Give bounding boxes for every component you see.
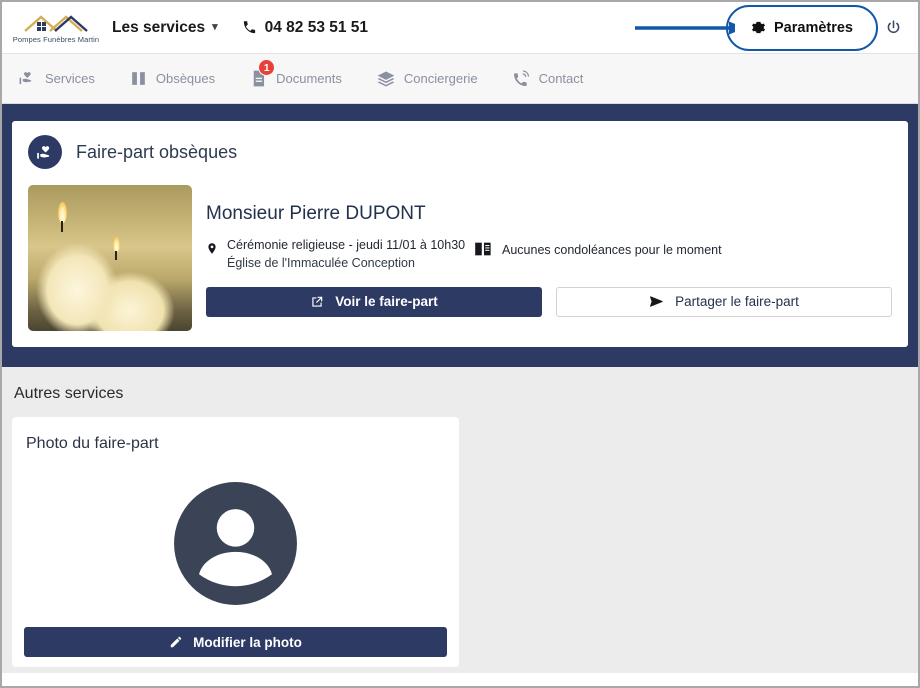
document-icon: 1 [249, 59, 276, 88]
card-actions: Voir le faire-part Partager le faire-par… [206, 286, 892, 317]
ceremony-line2: Église de l'Immaculée Conception [227, 255, 415, 270]
documents-badge: 1 [258, 59, 276, 76]
candle-wick [61, 221, 63, 232]
modify-photo-label: Modifier la photo [193, 634, 302, 650]
chevron-down-icon: ▾ [212, 21, 218, 33]
logo-text: Pompes Funèbres Martin [12, 34, 100, 44]
pencil-icon [170, 636, 182, 648]
phone-number: 04 82 53 51 51 [264, 18, 369, 36]
brand-logo[interactable]: Pompes Funèbres Martin [8, 12, 104, 44]
hand-heart-icon [18, 69, 37, 88]
deceased-name: Monsieur Pierre DUPONT [206, 203, 426, 224]
other-services-title: Autres services [14, 385, 124, 402]
house-roofs-logo-icon [24, 14, 88, 32]
main-nav: Services Obsèques 1 Documents Concierger… [2, 53, 918, 104]
photo-faire-part-card: Photo du faire-part Modifier la photo [12, 417, 459, 667]
condolences-text: Aucunes condoléances pour le moment [502, 243, 722, 257]
meta-row: Cérémonie religieuse - jeudi 11/01 à 10h… [206, 237, 892, 273]
phone-icon [243, 21, 255, 34]
main-card-region: Faire-part obsèques Monsieur Pierre DUPO… [2, 121, 918, 347]
nav-item-conciergerie[interactable]: Conciergerie [374, 65, 480, 93]
arrow-right-annotation [635, 21, 745, 35]
card-title: Faire-part obsèques [76, 141, 238, 162]
gear-icon [752, 21, 765, 34]
settings-button[interactable]: Paramètres [735, 13, 869, 42]
share-faire-part-label: Partager le faire-part [675, 294, 799, 309]
candle-flame [58, 202, 67, 223]
view-faire-part-label: Voir le faire-part [335, 294, 438, 309]
hand-heart-circle-icon [28, 135, 62, 169]
services-menu-label: Les services [112, 18, 206, 36]
nav-label-conciergerie: Conciergerie [403, 71, 478, 86]
card-header: Faire-part obsèques [28, 135, 892, 169]
ceremony-line1: Cérémonie religieuse - jeudi 11/01 à 10h… [227, 238, 466, 252]
top-header: Pompes Funèbres Martin Les services ▾ 04… [2, 2, 918, 53]
view-faire-part-button[interactable]: Voir le faire-part [206, 286, 542, 317]
power-icon [887, 20, 900, 34]
send-icon [650, 296, 663, 307]
nav-item-services[interactable]: Services [16, 65, 97, 92]
person-avatar-placeholder-icon [174, 481, 297, 605]
deceased-details: Monsieur Pierre DUPONT Cérémonie religie… [206, 185, 892, 317]
modify-photo-button[interactable]: Modifier la photo [24, 627, 447, 657]
settings-label: Paramètres [774, 19, 853, 36]
faire-part-card: Faire-part obsèques Monsieur Pierre DUPO… [12, 121, 908, 347]
settings-button-wrapper: Paramètres [726, 4, 878, 51]
nav-item-contact[interactable]: Contact [510, 65, 586, 92]
open-book-icon [474, 237, 493, 262]
logout-button[interactable] [883, 17, 904, 38]
nav-label-obseques: Obsèques [155, 71, 216, 86]
navy-band-top [2, 104, 918, 121]
layers-icon [376, 69, 396, 89]
candle-wick [115, 251, 117, 260]
services-menu[interactable]: Les services ▾ [112, 19, 218, 37]
app-window: Pompes Funèbres Martin Les services ▾ 04… [0, 0, 920, 688]
location-pin-icon [206, 237, 218, 261]
ceremony-info: Cérémonie religieuse - jeudi 11/01 à 10h… [206, 237, 474, 273]
share-faire-part-button[interactable]: Partager le faire-part [555, 286, 892, 317]
nav-label-services: Services [45, 71, 95, 86]
photo-card-title: Photo du faire-part [26, 435, 159, 452]
external-link-icon [312, 296, 323, 307]
phone-signal-icon [512, 69, 531, 88]
condolences-info: Aucunes condoléances pour le moment [474, 237, 722, 262]
card-body: Monsieur Pierre DUPONT Cérémonie religie… [28, 185, 892, 331]
avatar-container [24, 459, 447, 627]
nav-label-contact: Contact [538, 71, 584, 86]
nav-label-documents: Documents [276, 71, 342, 86]
navy-band-mid [2, 347, 918, 367]
open-book-icon [129, 69, 148, 88]
candles-photo [28, 185, 192, 331]
other-services-section: Autres services Photo du faire-part Modi… [2, 367, 918, 673]
nav-item-documents[interactable]: 1 Documents [247, 59, 344, 92]
phone-link[interactable]: 04 82 53 51 51 [242, 19, 368, 37]
candle-flame [113, 237, 120, 252]
ceremony-text: Cérémonie religieuse - jeudi 11/01 à 10h… [227, 237, 465, 273]
nav-item-obseques[interactable]: Obsèques [127, 65, 217, 92]
